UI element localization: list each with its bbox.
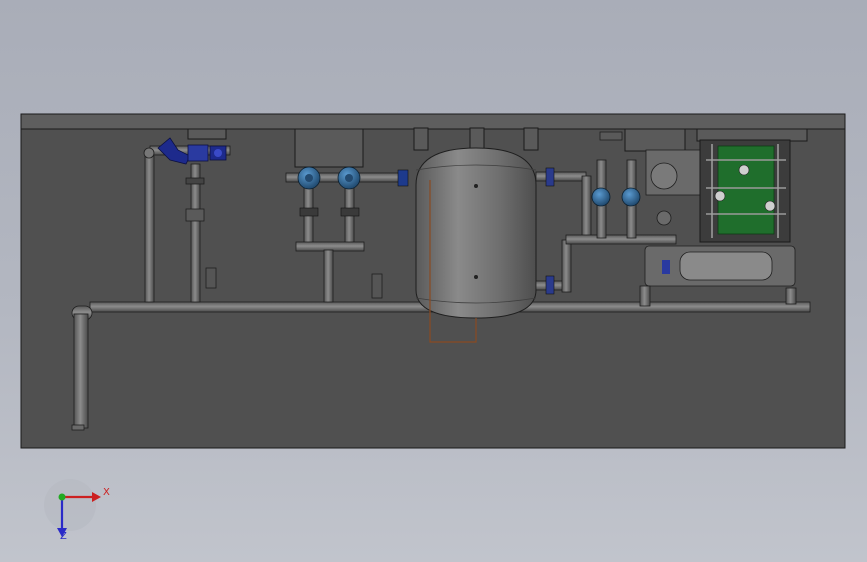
- pump-valve-2[interactable]: [337, 166, 361, 190]
- piping-assembly-model[interactable]: [0, 0, 867, 562]
- coordinate-triad: [44, 479, 101, 537]
- control-module: [699, 139, 791, 243]
- axis-z-label: Z: [60, 531, 67, 542]
- axis-x-label: X: [103, 487, 110, 498]
- pump-valve-3[interactable]: [591, 187, 611, 207]
- cad-viewport[interactable]: X Z: [0, 0, 867, 562]
- pump-valve-1[interactable]: [297, 166, 321, 190]
- pump-valve-4[interactable]: [621, 187, 641, 207]
- pressure-tank: [415, 147, 537, 319]
